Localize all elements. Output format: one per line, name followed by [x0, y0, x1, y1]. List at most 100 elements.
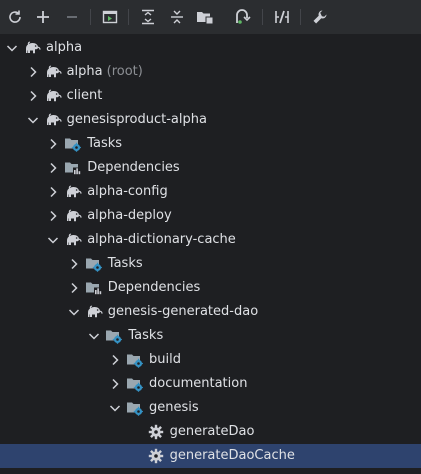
- elephant-icon: [44, 111, 62, 129]
- tree-node-text: genesis-generated-dao: [107, 304, 259, 319]
- toggle-offline-icon[interactable]: [272, 7, 292, 27]
- tree-node-text: alpha-deploy: [87, 208, 172, 223]
- tree-node[interactable]: Dependencies: [0, 276, 421, 300]
- chevron-right-icon[interactable]: [45, 160, 61, 176]
- chevron-right-icon[interactable]: [25, 88, 41, 104]
- tree-node-label: alpha-dictionary-cache: [87, 231, 236, 249]
- tree-node-label: documentation: [149, 375, 247, 393]
- remove-icon[interactable]: [62, 7, 82, 27]
- tree-node-text: alpha-dictionary-cache: [87, 232, 236, 247]
- tree-node[interactable]: alpha (root): [0, 60, 421, 84]
- task-folder-icon: [64, 135, 82, 153]
- settings-wrench-icon[interactable]: [310, 7, 330, 27]
- tree-node[interactable]: alpha: [0, 36, 421, 60]
- tree-node-text: Tasks: [107, 256, 143, 271]
- chevron-right-icon[interactable]: [45, 136, 61, 152]
- chevron-down-icon[interactable]: [25, 112, 41, 128]
- toolbar-separator: [300, 9, 301, 25]
- task-folder-icon: [126, 375, 144, 393]
- collapse-all-icon[interactable]: [167, 7, 187, 27]
- tree-node-text: client: [66, 88, 103, 103]
- chevron-right-icon[interactable]: [45, 208, 61, 224]
- dependencies-icon: [64, 159, 82, 177]
- add-icon[interactable]: [33, 7, 53, 27]
- chevron-right-icon[interactable]: [66, 256, 82, 272]
- tree-node-label: generateDao: [170, 423, 255, 441]
- tree-node[interactable]: client: [0, 84, 421, 108]
- tree-node-label: client: [67, 87, 103, 105]
- tree-node[interactable]: Tasks: [0, 132, 421, 156]
- tree-node-label: Tasks: [108, 255, 143, 273]
- tree-node-label: Tasks: [87, 135, 122, 153]
- tree-node-text: genesisproduct-alpha: [66, 112, 207, 127]
- task-folder-icon: [105, 327, 123, 345]
- tree-node[interactable]: genesisproduct-alpha: [0, 108, 421, 132]
- tree-node[interactable]: Tasks: [0, 324, 421, 348]
- group-modules-icon[interactable]: [195, 7, 215, 27]
- elephant-icon: [64, 183, 82, 201]
- tree-node-text: Dependencies: [107, 280, 201, 295]
- toolbar-separator: [90, 9, 91, 25]
- tree-node-label: generateDaoCache: [170, 447, 295, 465]
- task-folder-icon: [126, 399, 144, 417]
- tree-node-text: alpha: [66, 64, 103, 79]
- elephant-icon: [23, 39, 41, 57]
- tree-node-text: alpha-config: [87, 184, 168, 199]
- dependencies-icon: [85, 279, 103, 297]
- tree-node-text: build: [149, 352, 181, 367]
- tree-node[interactable]: generateDao: [0, 420, 421, 444]
- chevron-down-icon[interactable]: [45, 232, 61, 248]
- tree-node-label: alpha-deploy: [87, 207, 172, 225]
- task-folder-icon: [126, 351, 144, 369]
- tree-node-label: alpha (root): [67, 63, 143, 81]
- tree-node-text: documentation: [149, 376, 248, 391]
- chevron-down-icon[interactable]: [86, 328, 102, 344]
- tree-node-label: genesis-generated-dao: [108, 303, 258, 321]
- tree-node[interactable]: alpha-config: [0, 180, 421, 204]
- tree-node-suffix: (root): [106, 64, 143, 79]
- tree-node[interactable]: genesis-generated-dao: [0, 300, 421, 324]
- toolbar-separator: [128, 9, 129, 25]
- tree-node[interactable]: Dependencies: [0, 156, 421, 180]
- chevron-down-icon[interactable]: [107, 400, 123, 416]
- tree-node-label: alpha-config: [87, 183, 168, 201]
- tree-node-text: generateDao: [169, 424, 255, 439]
- gear-icon: [147, 447, 165, 465]
- tree-node-label: alpha: [46, 39, 82, 57]
- gradle-project-tree[interactable]: alpha alpha (root) client genesisproduct-alp…: [0, 34, 421, 474]
- gear-icon: [147, 423, 165, 441]
- chevron-right-icon[interactable]: [45, 184, 61, 200]
- task-folder-icon: [85, 255, 103, 273]
- gradle-toolbar: [0, 0, 421, 34]
- refresh-icon[interactable]: [5, 7, 25, 27]
- tree-node-label: Tasks: [128, 327, 163, 345]
- tree-node[interactable]: build: [0, 348, 421, 372]
- expand-all-icon[interactable]: [138, 7, 158, 27]
- tree-node[interactable]: genesis: [0, 396, 421, 420]
- tree-node-text: alpha: [46, 40, 83, 55]
- tree-node-label: Dependencies: [87, 159, 180, 177]
- tree-node[interactable]: documentation: [0, 372, 421, 396]
- elephant-icon: [64, 207, 82, 225]
- tree-node-text: generateDaoCache: [169, 448, 295, 463]
- tree-node-text: Tasks: [128, 328, 164, 343]
- elephant-icon: [44, 87, 62, 105]
- chevron-right-icon[interactable]: [107, 352, 123, 368]
- tree-node-label: build: [149, 351, 181, 369]
- analyze-dependencies-icon[interactable]: [234, 7, 254, 27]
- chevron-right-icon[interactable]: [66, 280, 82, 296]
- tree-node[interactable]: alpha-deploy: [0, 204, 421, 228]
- elephant-icon: [85, 303, 103, 321]
- tree-node[interactable]: alpha-dictionary-cache: [0, 228, 421, 252]
- tree-node-text: Dependencies: [87, 160, 180, 175]
- chevron-right-icon[interactable]: [25, 64, 41, 80]
- run-task-icon[interactable]: [100, 7, 120, 27]
- tree-node[interactable]: Tasks: [0, 252, 421, 276]
- chevron-down-icon[interactable]: [4, 40, 20, 56]
- tree-node-label: Dependencies: [108, 279, 201, 297]
- chevron-right-icon[interactable]: [107, 376, 123, 392]
- tree-node[interactable]: generateDaoCache: [0, 444, 421, 468]
- toolbar-separator: [262, 9, 263, 25]
- tree-node-label: genesis: [149, 399, 199, 417]
- chevron-down-icon[interactable]: [66, 304, 82, 320]
